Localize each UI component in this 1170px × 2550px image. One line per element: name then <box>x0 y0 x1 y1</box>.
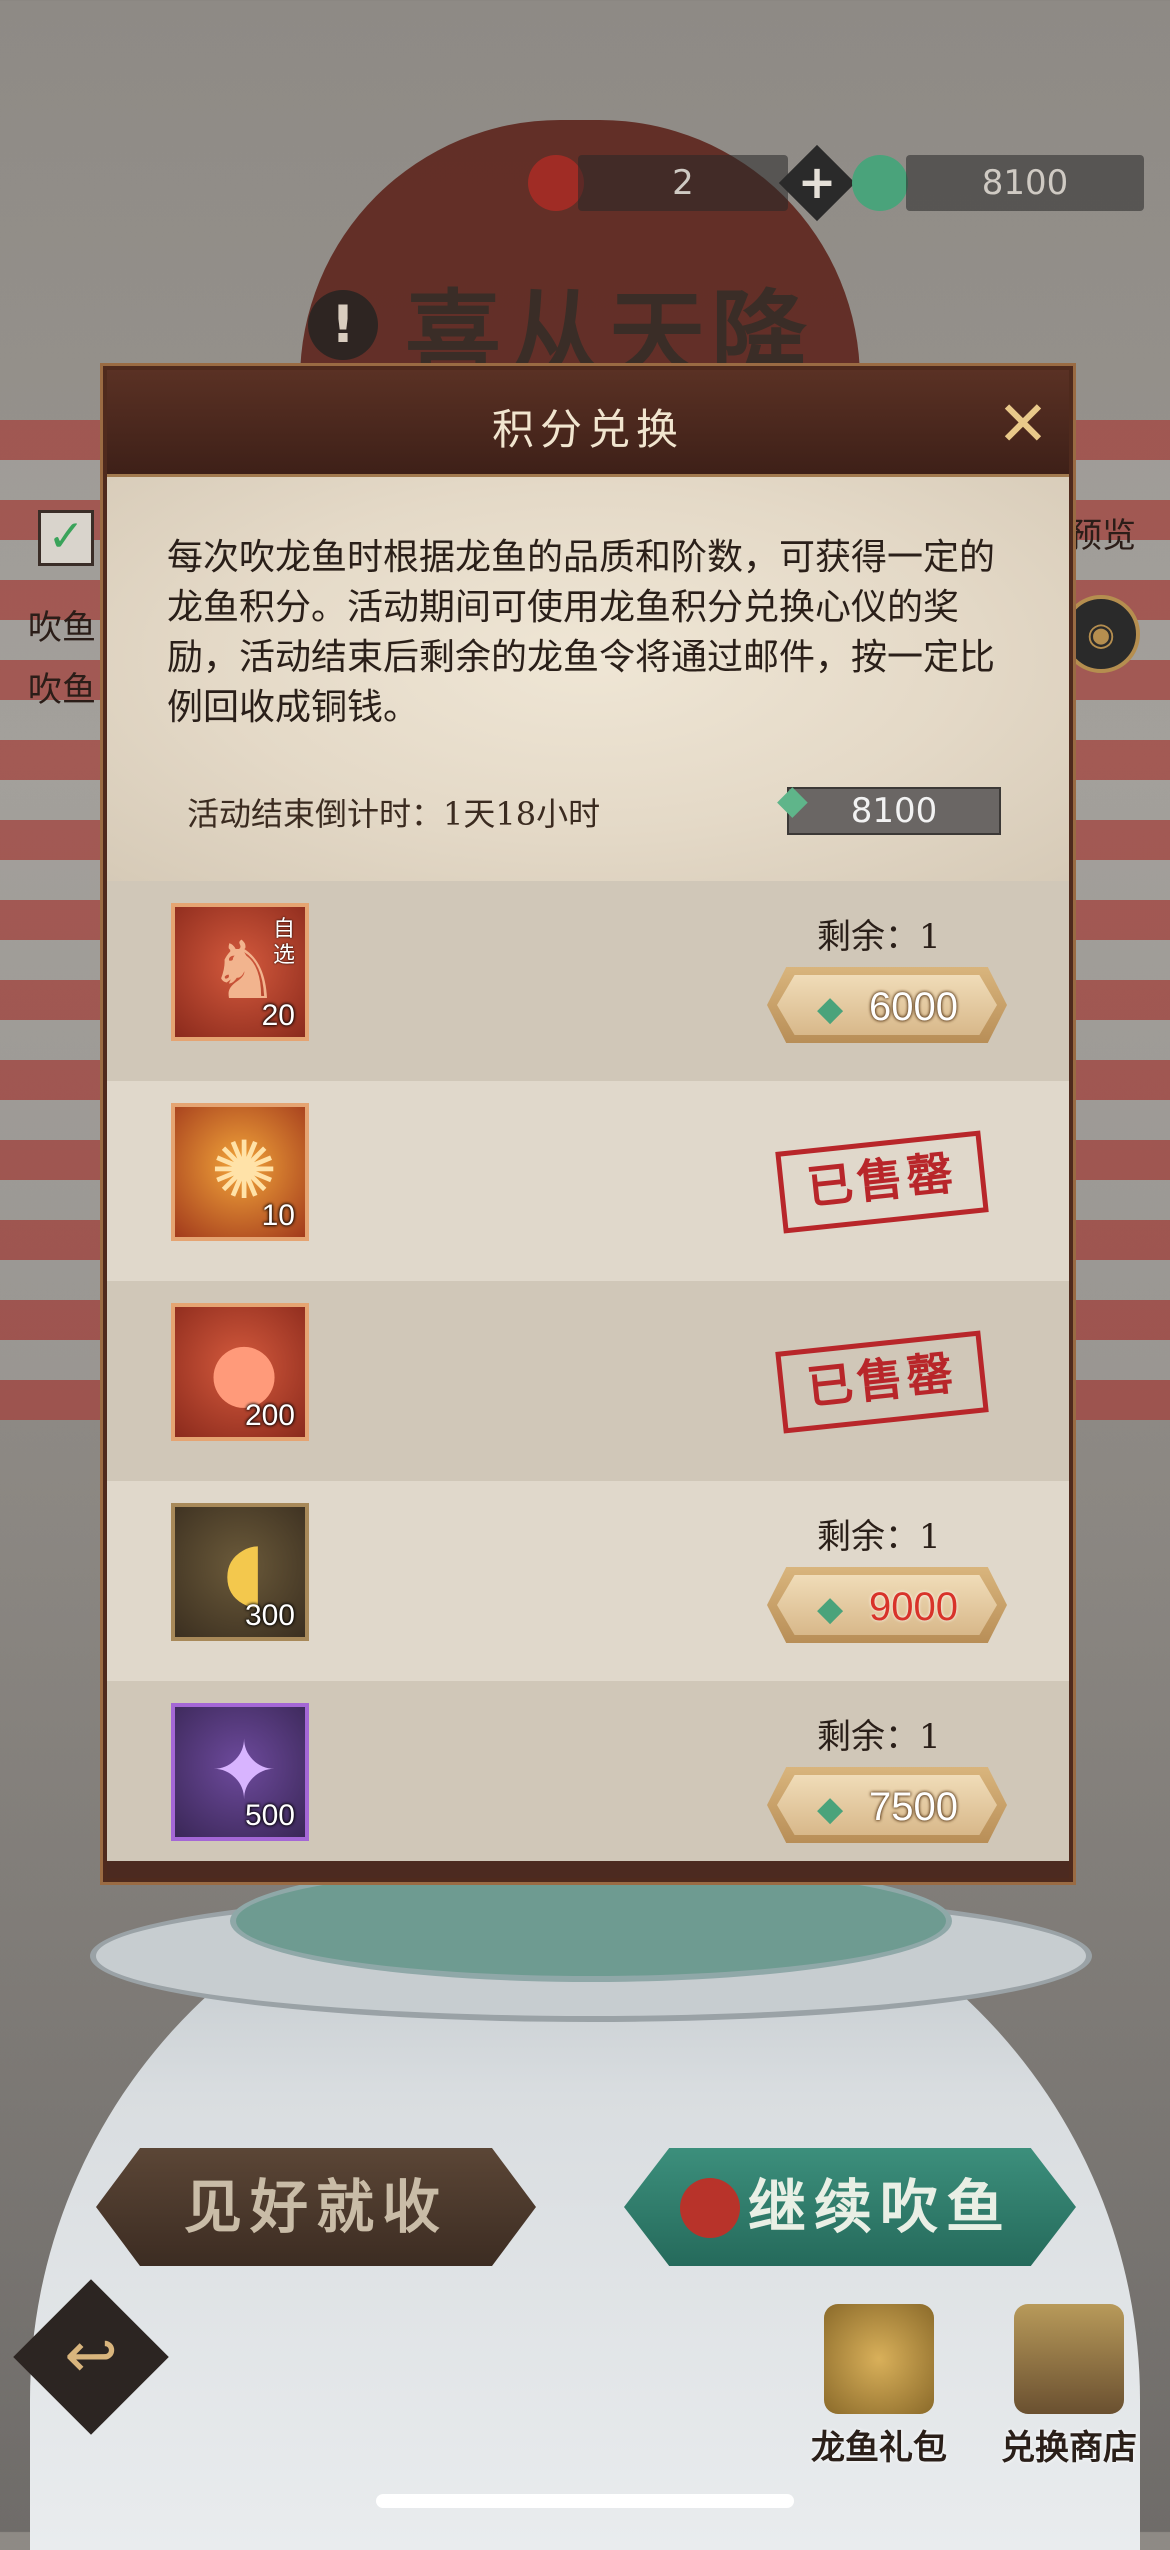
preview-label[interactable]: 预览 <box>1068 508 1136 557</box>
remaining-text: 剩余：1 <box>817 917 941 957</box>
list-item: ◖ 300 剩余：1 ◆ 9000 <box>107 1481 1069 1681</box>
plus-icon: + <box>797 155 837 209</box>
sold-out-stamp: 已售罄 <box>775 1330 989 1434</box>
item-slot[interactable]: ✺ 10 <box>171 1103 309 1241</box>
optional-tag: 自选 <box>272 917 295 968</box>
back-button[interactable]: ↩ <box>13 2279 169 2435</box>
points-balance: 8100 <box>787 787 1001 835</box>
dragon-fish-icon: ◆ <box>777 777 808 823</box>
close-icon[interactable]: ✕ <box>995 393 1051 455</box>
list-item: ✺ 10 已售罄 <box>107 1081 1069 1281</box>
remaining-text: 剩余：1 <box>817 1517 941 1557</box>
dragon-fish-icon: ◆ <box>817 989 844 1029</box>
list-item: ♞ 自选 20 剩余：1 ◆ 6000 <box>107 881 1069 1081</box>
list-item: ✦ 500 剩余：1 ◆ 7500 <box>107 1681 1069 1861</box>
item-slot[interactable]: ● 200 <box>171 1303 309 1441</box>
exchange-button[interactable]: ◆ 6000 <box>767 967 1007 1043</box>
left-label-1: 吹鱼 <box>28 608 96 648</box>
back-arrow-icon: ↩ <box>64 2319 118 2393</box>
list-item: ● 200 已售罄 <box>107 1281 1069 1481</box>
gift-bag-icon <box>824 2304 934 2414</box>
home-indicator[interactable] <box>376 2494 794 2508</box>
fish-ball-count: 2 <box>578 155 788 211</box>
item-count: 500 <box>244 1799 295 1832</box>
shop-icon <box>1014 2304 1124 2414</box>
points-exchange-dialog: 积分兑换 ✕ 每次吹龙鱼时根据龙鱼的品质和阶数，可获得一定的龙鱼积分。活动期间可… <box>103 366 1073 1882</box>
item-count: 10 <box>261 1199 295 1232</box>
item-count: 300 <box>244 1599 295 1632</box>
checkbox-icon[interactable]: ✓ <box>38 510 94 566</box>
exchange-button[interactable]: ◆ 7500 <box>767 1767 1007 1843</box>
stop-button[interactable]: 见好就收 <box>96 2148 536 2266</box>
continue-label: 继续吹鱼 <box>747 2173 1012 2241</box>
left-label-2: 吹鱼 <box>28 670 96 710</box>
add-button[interactable]: + <box>778 144 856 222</box>
top-points-value: 8100 <box>906 155 1144 211</box>
fish-ball-icon <box>680 2178 740 2238</box>
fish-ball-icon <box>528 155 584 211</box>
dragon-fish-icon: ◆ <box>817 1789 844 1829</box>
dragon-fish-gift-shortcut[interactable]: 龙鱼礼包 <box>804 2304 954 2469</box>
item-count: 200 <box>244 1399 295 1432</box>
description-text: 每次吹龙鱼时根据龙鱼的品质和阶数，可获得一定的龙鱼积分。活动期间可使用龙鱼积分兑… <box>167 537 996 728</box>
price-value: 9000 <box>869 1585 958 1629</box>
gift-label: 龙鱼礼包 <box>811 2428 947 2468</box>
exchange-shop-shortcut[interactable]: 兑换商店 <box>994 2304 1144 2469</box>
exchange-button[interactable]: ◆ 9000 <box>767 1567 1007 1643</box>
continue-button[interactable]: 继续吹鱼 <box>624 2148 1076 2266</box>
item-slot[interactable]: ♞ 自选 20 <box>171 903 309 1041</box>
info-warning-icon[interactable]: ! <box>308 290 378 360</box>
item-count: 20 <box>261 999 295 1032</box>
item-slot[interactable]: ✦ 500 <box>171 1703 309 1841</box>
remaining-text: 剩余：1 <box>817 1717 941 1757</box>
countdown-text: 活动结束倒计时：1天18小时 <box>187 795 601 833</box>
dragon-fish-icon: ◆ <box>817 1589 844 1629</box>
shop-label: 兑换商店 <box>1001 2428 1137 2468</box>
dialog-header: 积分兑换 ✕ <box>107 370 1069 477</box>
dialog-title: 积分兑换 <box>491 405 684 454</box>
price-value: 6000 <box>869 985 958 1029</box>
exchange-list[interactable]: ♞ 自选 20 剩余：1 ◆ 6000 ✺ 10 已售罄 ● 200 已售罄 ◖… <box>107 881 1069 1861</box>
item-slot[interactable]: ◖ 300 <box>171 1503 309 1641</box>
sold-out-stamp: 已售罄 <box>775 1130 989 1234</box>
price-value: 7500 <box>869 1785 958 1829</box>
dialog-footer-border <box>107 1861 1069 1878</box>
coin-icon[interactable]: ◉ <box>1062 595 1140 673</box>
info-panel: 每次吹龙鱼时根据龙鱼的品质和阶数，可获得一定的龙鱼积分。活动期间可使用龙鱼积分兑… <box>107 477 1069 881</box>
dragon-fish-points-icon <box>852 155 908 211</box>
